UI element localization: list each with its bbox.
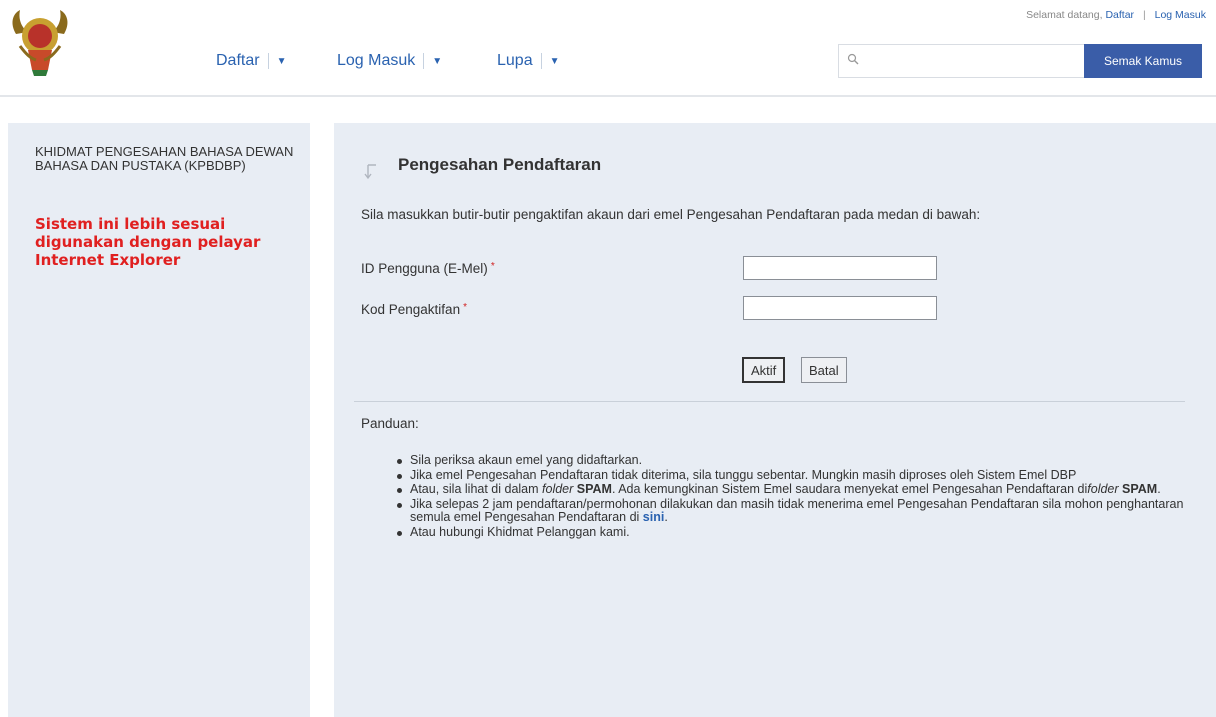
required-mark: *	[490, 261, 495, 272]
activate-button[interactable]: Aktif	[742, 357, 786, 383]
sidebar-title: KHIDMAT PENGESAHAN BAHASA DEWAN BAHASA D…	[35, 144, 294, 173]
guide-item-text: Jika selepas 2 jam pendaftaran/permohona…	[410, 496, 1184, 524]
folder-text: folder	[542, 482, 574, 496]
guide-item-text: .	[1157, 482, 1161, 496]
guide-title: Panduan:	[361, 416, 419, 431]
guide-item-text: Sila periksa akaun emel yang didaftarkan…	[410, 453, 643, 467]
guide-item-text: . Ada kemungkinan Sistem Emel saudara me…	[611, 482, 1088, 496]
search-dictionary-button[interactable]: Semak Kamus	[1084, 44, 1202, 78]
activation-code-label: Kod Pengaktifan *	[361, 302, 467, 317]
main-panel: Pengesahan Pendaftaran Sila masukkan but…	[334, 123, 1216, 717]
guide-item-text: Jika emel Pengesahan Pendaftaran tidak d…	[410, 467, 1077, 482]
resend-link[interactable]: sini	[643, 510, 665, 524]
chevron-down-icon[interactable]: ▼	[432, 56, 442, 67]
nav-daftar-label[interactable]: Daftar	[216, 52, 260, 70]
welcome-bar: Selamat datang, Daftar | Log Masuk	[1026, 9, 1206, 21]
return-arrow-icon	[364, 164, 376, 180]
list-item: Jika emel Pengesahan Pendaftaran tidak d…	[396, 467, 1186, 483]
nav-lupa[interactable]: Lupa ▼	[497, 52, 560, 70]
divider	[354, 401, 1185, 402]
spam-text: SPAM	[576, 482, 612, 496]
nav-log-masuk-label[interactable]: Log Masuk	[337, 52, 415, 70]
required-mark: *	[463, 302, 467, 313]
email-label-text: ID Pengguna (E-Mel)	[361, 261, 488, 276]
activation-code-field[interactable]	[743, 296, 937, 320]
search-icon	[847, 53, 859, 65]
site-header: Selamat datang, Daftar | Log Masuk Dafta…	[0, 0, 1216, 97]
dbp-logo[interactable]	[6, 6, 74, 78]
nav-daftar[interactable]: Daftar ▼	[216, 52, 286, 70]
nav-log-masuk[interactable]: Log Masuk ▼	[337, 52, 442, 70]
guide-item-text: Atau hubungi Khidmat Pelanggan kami.	[410, 524, 630, 539]
email-field[interactable]	[743, 256, 937, 280]
nav-divider	[540, 53, 542, 69]
intro-text: Sila masukkan butir-butir pengaktifan ak…	[361, 207, 981, 222]
spam-text: SPAM	[1122, 482, 1158, 496]
folder-text: folder	[1087, 482, 1119, 496]
guide-item-text: Atau, sila lihat di dalam	[410, 482, 543, 496]
chevron-down-icon[interactable]: ▼	[550, 56, 560, 67]
welcome-separator: |	[1142, 9, 1146, 21]
list-item: Atau hubungi Khidmat Pelanggan kami.	[396, 524, 1186, 540]
list-item: Jika selepas 2 jam pendaftaran/permohona…	[396, 496, 1186, 525]
chevron-down-icon[interactable]: ▼	[277, 56, 287, 67]
guide-list: Sila periksa akaun emel yang didaftarkan…	[396, 453, 1186, 540]
list-item: Atau, sila lihat di dalam folder SPAM. A…	[396, 482, 1186, 497]
search-input[interactable]	[838, 44, 1084, 78]
list-item: Sila periksa akaun emel yang didaftarkan…	[396, 453, 1186, 468]
welcome-text: Selamat datang,	[1026, 9, 1103, 21]
sidebar: KHIDMAT PENGESAHAN BAHASA DEWAN BAHASA D…	[8, 123, 310, 717]
cancel-button[interactable]: Batal	[801, 357, 847, 383]
browser-notice: Sistem ini lebih sesuai digunakan dengan…	[35, 215, 261, 269]
guide-item-text: .	[664, 510, 668, 524]
nav-lupa-label[interactable]: Lupa	[497, 52, 533, 70]
nav-divider	[267, 53, 269, 69]
page-title: Pengesahan Pendaftaran	[398, 155, 602, 174]
email-field-label: ID Pengguna (E-Mel) *	[361, 261, 495, 276]
nav-divider	[423, 53, 425, 69]
welcome-login-link[interactable]: Log Masuk	[1155, 9, 1206, 21]
welcome-daftar-link[interactable]: Daftar	[1105, 9, 1134, 21]
activation-code-label-text: Kod Pengaktifan	[361, 302, 461, 317]
